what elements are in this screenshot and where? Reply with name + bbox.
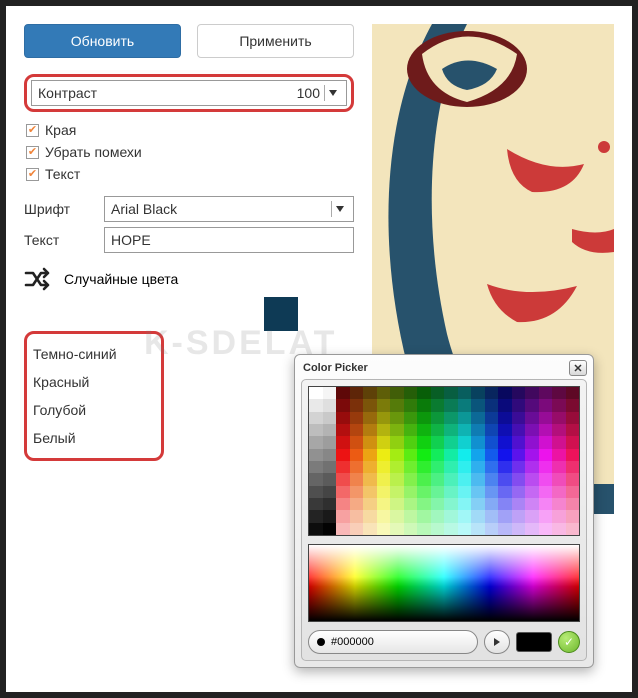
selected-color-swatch[interactable] [264,297,298,331]
checkbox-noise-label: Убрать помехи [45,144,142,160]
apply-button[interactable]: Применить [197,24,354,58]
color-item-darkblue[interactable]: Темно-синий [33,340,155,368]
contrast-highlight: Контраст 100 [24,74,354,112]
apply-color-button[interactable] [484,630,510,654]
shuffle-label: Случайные цвета [64,271,178,287]
text-input-value: HOPE [111,232,151,248]
close-button[interactable]: ✕ [569,360,587,376]
text-label: Текст [24,232,104,248]
contrast-value: 100 [179,85,320,101]
color-preview-swatch [516,632,552,652]
contrast-select[interactable]: Контраст 100 [31,80,347,106]
color-item-white[interactable]: Белый [33,424,155,452]
color-picker-title: Color Picker [303,362,368,374]
color-item-red[interactable]: Красный [33,368,155,396]
font-label: Шрифт [24,201,104,217]
color-gradient-area[interactable] [308,544,580,622]
checkbox-edges[interactable]: ✔ Края [26,122,354,138]
checkbox-edges-label: Края [45,122,76,138]
color-list-highlight: Темно-синий Красный Голубой Белый [24,331,164,461]
check-icon: ✔ [26,168,39,181]
checkbox-text-label: Текст [45,166,80,182]
chevron-down-icon [331,201,347,217]
check-icon: ✔ [26,146,39,159]
close-icon: ✕ [573,362,582,375]
check-icon: ✓ [564,635,574,649]
hex-value: #000000 [331,636,374,648]
color-picker-dialog: Color Picker ✕ #000000 ✓ [294,354,594,668]
chevron-down-icon [324,85,340,101]
checkbox-text[interactable]: ✔ Текст [26,166,354,182]
check-icon: ✔ [26,124,39,137]
hex-input[interactable]: #000000 [308,630,478,654]
checkbox-noise[interactable]: ✔ Убрать помехи [26,144,354,160]
font-value: Arial Black [111,201,327,217]
confirm-button[interactable]: ✓ [558,631,580,653]
refresh-button[interactable]: Обновить [24,24,181,58]
shuffle-icon[interactable] [24,267,52,291]
color-palette-grid[interactable] [308,386,580,536]
dot-icon [317,638,325,646]
color-item-blue[interactable]: Голубой [33,396,155,424]
font-select[interactable]: Arial Black [104,196,354,222]
text-input[interactable]: HOPE [104,227,354,253]
contrast-label: Контраст [38,85,179,101]
